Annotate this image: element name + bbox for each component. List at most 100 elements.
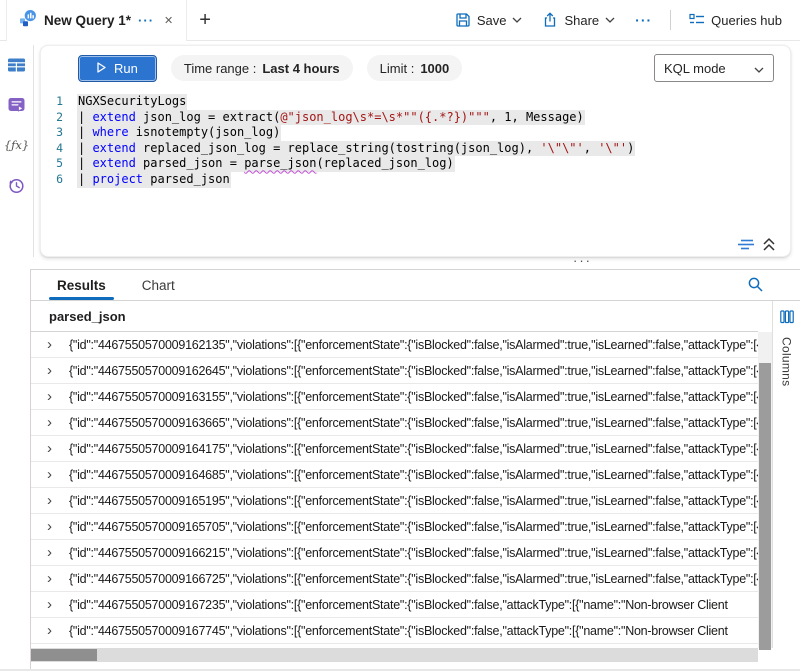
save-button[interactable]: Save xyxy=(447,6,531,34)
share-label: Share xyxy=(564,13,599,28)
expand-row-icon[interactable]: › xyxy=(47,494,69,508)
play-icon xyxy=(97,61,106,76)
query-tab[interactable]: New Query 1* ··· ✕ xyxy=(6,0,187,41)
table-row[interactable]: ›{"id":"4467550570009164685","violations… xyxy=(31,462,758,488)
table-row[interactable]: ›{"id":"4467550570009167745","violations… xyxy=(31,618,758,644)
results-panel: Results Chart parsed_json ›{"id":"446755… xyxy=(30,269,800,671)
expand-row-icon[interactable]: › xyxy=(47,468,69,482)
rail-divider xyxy=(33,45,34,257)
column-header-parsed-json[interactable]: parsed_json xyxy=(31,301,758,332)
limit-label: Limit : xyxy=(380,61,415,76)
expand-row-icon[interactable]: › xyxy=(47,390,69,404)
kql-mode-dropdown[interactable]: KQL mode xyxy=(654,54,774,82)
tab-close-icon[interactable]: ✕ xyxy=(161,12,176,29)
pane-splitter[interactable]: ··· xyxy=(33,257,800,269)
tables-icon[interactable] xyxy=(5,53,29,77)
splitter-handle-icon[interactable]: ··· xyxy=(573,253,592,268)
line-number: 3 xyxy=(41,125,77,141)
code-text: | where isnotempty(json_log) xyxy=(77,125,281,141)
share-icon xyxy=(542,12,558,28)
tab-title: New Query 1* xyxy=(44,13,131,28)
left-icon-rail: {ƒx} xyxy=(0,41,33,671)
table-row[interactable]: ›{"id":"4467550570009162645","violations… xyxy=(31,358,758,384)
table-row[interactable]: ›{"id":"4467550570009165195","violations… xyxy=(31,488,758,514)
queries-hub-icon xyxy=(689,12,705,28)
run-button[interactable]: Run xyxy=(78,55,157,82)
row-json-text: {"id":"4467550570009163155","violations"… xyxy=(69,390,758,404)
row-json-text: {"id":"4467550570009164175","violations"… xyxy=(69,442,758,456)
table-row[interactable]: ›{"id":"4467550570009163155","violations… xyxy=(31,384,758,410)
kql-mode-label: KQL mode xyxy=(664,61,726,76)
code-line[interactable]: 4| extend replaced_json_log = replace_st… xyxy=(41,141,790,157)
collapse-editor-icon[interactable] xyxy=(762,237,776,252)
top-actions: Save Share ··· xyxy=(447,0,800,40)
line-number: 6 xyxy=(41,172,77,188)
code-line[interactable]: 1NGXSecurityLogs xyxy=(41,94,790,110)
code-line[interactable]: 5| extend parsed_json = parse_json(repla… xyxy=(41,156,790,172)
time-range-value: Last 4 hours xyxy=(262,61,339,76)
expand-row-icon[interactable]: › xyxy=(47,520,69,534)
tab-more-icon[interactable]: ··· xyxy=(138,16,154,26)
tab-results[interactable]: Results xyxy=(55,270,108,300)
search-icon[interactable] xyxy=(747,276,764,298)
limit-pill[interactable]: Limit : 1000 xyxy=(367,55,463,81)
expand-row-icon[interactable]: › xyxy=(47,442,69,456)
vertical-scrollbar[interactable] xyxy=(758,332,772,648)
columns-tab-label: Columns xyxy=(780,337,794,386)
expand-row-icon[interactable]: › xyxy=(47,416,69,430)
chevron-down-icon xyxy=(754,61,764,76)
code-line[interactable]: 3| where isnotempty(json_log) xyxy=(41,125,790,141)
adx-logo-icon xyxy=(19,9,37,32)
expand-row-icon[interactable]: › xyxy=(47,624,69,638)
code-text: | extend json_log = extract(@"json_log\s… xyxy=(77,110,585,126)
expand-row-icon[interactable]: › xyxy=(47,338,69,352)
tab-chart[interactable]: Chart xyxy=(140,270,177,300)
expand-row-icon[interactable]: › xyxy=(47,364,69,378)
line-number: 5 xyxy=(41,156,77,172)
table-row[interactable]: ›{"id":"4467550570009166725","violations… xyxy=(31,566,758,592)
table-row[interactable]: ›{"id":"4467550570009165705","violations… xyxy=(31,514,758,540)
row-json-text: {"id":"4467550570009163665","violations"… xyxy=(69,416,758,430)
table-row[interactable]: ›{"id":"4467550570009162135","violations… xyxy=(31,332,758,358)
divider xyxy=(670,10,671,30)
query-toolbar: Run Time range : Last 4 hours Limit : 10… xyxy=(41,46,790,90)
horizontal-scrollbar[interactable] xyxy=(31,648,758,662)
code-line[interactable]: 2| extend json_log = extract(@"json_log\… xyxy=(41,110,790,126)
line-number: 4 xyxy=(41,141,77,157)
expand-row-icon[interactable]: › xyxy=(47,572,69,586)
more-actions-button[interactable]: ··· xyxy=(627,6,660,34)
row-json-text: {"id":"4467550570009166725","violations"… xyxy=(69,572,758,586)
code-text: NGXSecurityLogs xyxy=(77,94,187,110)
save-label: Save xyxy=(477,13,507,28)
table-row[interactable]: ›{"id":"4467550570009163665","violations… xyxy=(31,410,758,436)
row-json-text: {"id":"4467550570009165195","violations"… xyxy=(69,494,758,508)
results-grid: parsed_json ›{"id":"4467550570009162135"… xyxy=(31,301,758,648)
queries-hub-button[interactable]: Queries hub xyxy=(681,6,790,34)
run-label: Run xyxy=(114,61,138,76)
code-text: | extend replaced_json_log = replace_str… xyxy=(77,141,635,157)
expand-row-icon[interactable]: › xyxy=(47,598,69,612)
share-button[interactable]: Share xyxy=(534,6,623,34)
table-row[interactable]: ›{"id":"4467550570009166215","violations… xyxy=(31,540,758,566)
code-line[interactable]: 6| project parsed_json xyxy=(41,172,790,188)
time-range-label: Time range : xyxy=(184,61,257,76)
columns-side-tab[interactable]: Columns xyxy=(772,301,800,648)
saved-queries-icon[interactable] xyxy=(5,93,29,117)
code-text: | project parsed_json xyxy=(77,172,231,188)
horizontal-scrollbar-thumb[interactable] xyxy=(31,649,97,661)
results-tab-bar: Results Chart xyxy=(31,270,800,301)
functions-icon[interactable]: {ƒx} xyxy=(5,133,29,157)
expand-row-icon[interactable]: › xyxy=(47,546,69,560)
query-editor[interactable]: 1NGXSecurityLogs2| extend json_log = ext… xyxy=(41,94,790,232)
table-row[interactable]: ›{"id":"4467550570009167235","violations… xyxy=(31,592,758,618)
vertical-scrollbar-thumb[interactable] xyxy=(759,363,771,650)
line-number: 1 xyxy=(41,94,77,110)
new-tab-button[interactable]: + xyxy=(187,0,223,40)
line-number: 2 xyxy=(41,110,77,126)
format-lines-icon[interactable] xyxy=(737,238,755,252)
time-range-pill[interactable]: Time range : Last 4 hours xyxy=(171,55,353,81)
editor-corner-actions xyxy=(737,237,776,252)
app-window: New Query 1* ··· ✕ + Save xyxy=(0,0,800,671)
table-row[interactable]: ›{"id":"4467550570009164175","violations… xyxy=(31,436,758,462)
query-history-icon[interactable] xyxy=(5,173,29,197)
